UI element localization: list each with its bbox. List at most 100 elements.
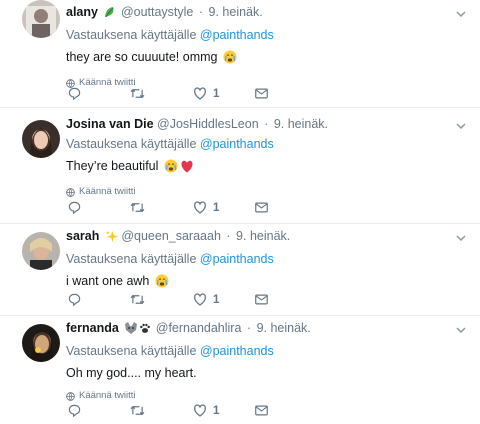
tweet-header: Josina van Die @JosHiddlesLeon · 9. hein…	[66, 116, 456, 132]
tweet-date[interactable]: 9. heinäk.	[236, 229, 290, 243]
like-button[interactable]: 1	[193, 87, 219, 100]
tweet-content: sarah @queen_saraaah · 9. heinäk. Vastau…	[66, 228, 456, 292]
crying-face-emoji	[164, 159, 178, 177]
like-count: 1	[213, 201, 220, 214]
separator-dot: ·	[246, 321, 252, 335]
tweet[interactable]: Josina van Die @JosHiddlesLeon · 9. hein…	[0, 108, 480, 224]
tweet-header: fernanda @fernandahlira · 9. heinäk.	[66, 320, 456, 339]
reply-mention-link[interactable]: @painthands	[200, 137, 274, 151]
envelope-icon	[255, 88, 268, 99]
chevron-down-icon[interactable]	[456, 10, 466, 18]
reply-button[interactable]	[68, 87, 81, 100]
like-count: 1	[213, 404, 220, 417]
reply-prefix: Vastauksena käyttäjälle	[66, 28, 197, 42]
envelope-icon	[255, 294, 268, 305]
avatar[interactable]	[22, 120, 60, 158]
handle[interactable]: @fernandahlira	[156, 321, 242, 335]
direct-message-button[interactable]	[255, 202, 268, 213]
reply-button[interactable]	[68, 404, 81, 417]
direct-message-button[interactable]	[255, 88, 268, 99]
tweet-header: alany @outtaystyle · 9. heinäk.	[66, 4, 456, 23]
heart-icon	[193, 201, 207, 214]
retweet-icon	[130, 88, 145, 99]
like-button[interactable]: 1	[193, 201, 219, 214]
separator-dot: ·	[226, 229, 231, 243]
retweet-button[interactable]	[130, 404, 145, 417]
reply-icon	[68, 293, 81, 306]
reply-icon	[68, 404, 81, 417]
reply-prefix: Vastauksena käyttäjälle	[66, 252, 197, 266]
red-heart-emoji	[180, 160, 194, 177]
tweet-content: alany @outtaystyle · 9. heinäk. Vastauks…	[66, 4, 456, 89]
retweet-button[interactable]	[130, 293, 145, 306]
translate-label: Käännä twiitti	[79, 186, 136, 197]
avatar[interactable]	[22, 0, 60, 38]
avatar[interactable]	[22, 324, 60, 362]
like-button[interactable]: 1	[193, 293, 219, 306]
handle[interactable]: @outtaystyle	[121, 5, 193, 19]
reply-context: Vastauksena käyttäjälle @painthands	[66, 251, 456, 267]
reply-context: Vastauksena käyttäjälle @painthands	[66, 27, 456, 43]
reply-mention-link[interactable]: @painthands	[200, 28, 274, 42]
like-button[interactable]: 1	[193, 404, 219, 417]
translate-link[interactable]: Käännä twiitti	[66, 186, 456, 198]
chevron-down-icon[interactable]	[456, 326, 466, 334]
tweet-header: sarah @queen_saraaah · 9. heinäk.	[66, 228, 456, 247]
retweet-button[interactable]	[130, 87, 145, 100]
tweet[interactable]: fernanda @fernandahlira · 9. heinäk. Vas…	[0, 316, 480, 424]
translate-label: Käännä twiitti	[79, 77, 136, 88]
reply-button[interactable]	[68, 293, 81, 306]
reply-prefix: Vastauksena käyttäjälle	[66, 344, 197, 358]
avatar[interactable]	[22, 232, 60, 270]
tweet-text: They’re beautiful	[66, 158, 456, 177]
globe-icon	[66, 187, 75, 197]
reply-prefix: Vastauksena käyttäjälle	[66, 137, 197, 151]
heart-icon	[193, 404, 207, 417]
display-name[interactable]: Josina van Die	[66, 117, 154, 131]
tweet-date[interactable]: 9. heinäk.	[209, 5, 263, 19]
like-count: 1	[213, 293, 220, 306]
sparkles-icon	[105, 230, 118, 247]
crying-face-emoji	[223, 50, 237, 68]
retweet-button[interactable]	[130, 201, 145, 214]
display-name[interactable]: fernanda	[66, 321, 119, 335]
retweet-icon	[130, 202, 145, 213]
handle[interactable]: @queen_saraaah	[121, 229, 221, 243]
heart-icon	[193, 293, 207, 306]
envelope-icon	[255, 202, 268, 213]
tweet-text-body: they are so cuuuute! ommg	[66, 50, 218, 64]
reply-context: Vastauksena käyttäjälle @painthands	[66, 136, 456, 152]
tweet-text-body: i want one awh	[66, 274, 150, 288]
heart-icon	[193, 87, 207, 100]
plant-icon	[103, 5, 117, 23]
tweet-content: fernanda @fernandahlira · 9. heinäk. Vas…	[66, 320, 456, 402]
retweet-icon	[130, 294, 145, 305]
reply-mention-link[interactable]: @painthands	[200, 344, 274, 358]
envelope-icon	[255, 405, 268, 416]
tweet[interactable]: alany @outtaystyle · 9. heinäk. Vastauks…	[0, 0, 480, 108]
translate-link[interactable]: Käännä twiitti	[66, 390, 456, 402]
tweet-text-body: Oh my god.... my heart.	[66, 366, 197, 380]
chevron-down-icon[interactable]	[456, 122, 466, 130]
reply-mention-link[interactable]: @painthands	[200, 252, 274, 266]
tweet-date[interactable]: 9. heinäk.	[274, 117, 328, 131]
display-name[interactable]: sarah	[66, 229, 99, 243]
display-name[interactable]: alany	[66, 5, 98, 19]
globe-icon	[66, 391, 75, 401]
reply-icon	[68, 201, 81, 214]
reply-button[interactable]	[68, 201, 81, 214]
wolf-paw-icon	[124, 321, 152, 339]
direct-message-button[interactable]	[255, 294, 268, 305]
handle[interactable]: @JosHiddlesLeon	[157, 117, 259, 131]
tweet[interactable]: sarah @queen_saraaah · 9. heinäk. Vastau…	[0, 224, 480, 316]
retweet-icon	[130, 405, 145, 416]
like-count: 1	[213, 87, 220, 100]
tweet-date[interactable]: 9. heinäk.	[257, 321, 311, 335]
translate-label: Käännä twiitti	[79, 390, 136, 401]
tweet-text: i want one awh	[66, 273, 456, 292]
tweet-text-body: They’re beautiful	[66, 159, 159, 173]
reply-context: Vastauksena käyttäjälle @painthands	[66, 343, 456, 359]
direct-message-button[interactable]	[255, 405, 268, 416]
chevron-down-icon[interactable]	[456, 234, 466, 242]
crying-face-emoji	[155, 274, 169, 292]
